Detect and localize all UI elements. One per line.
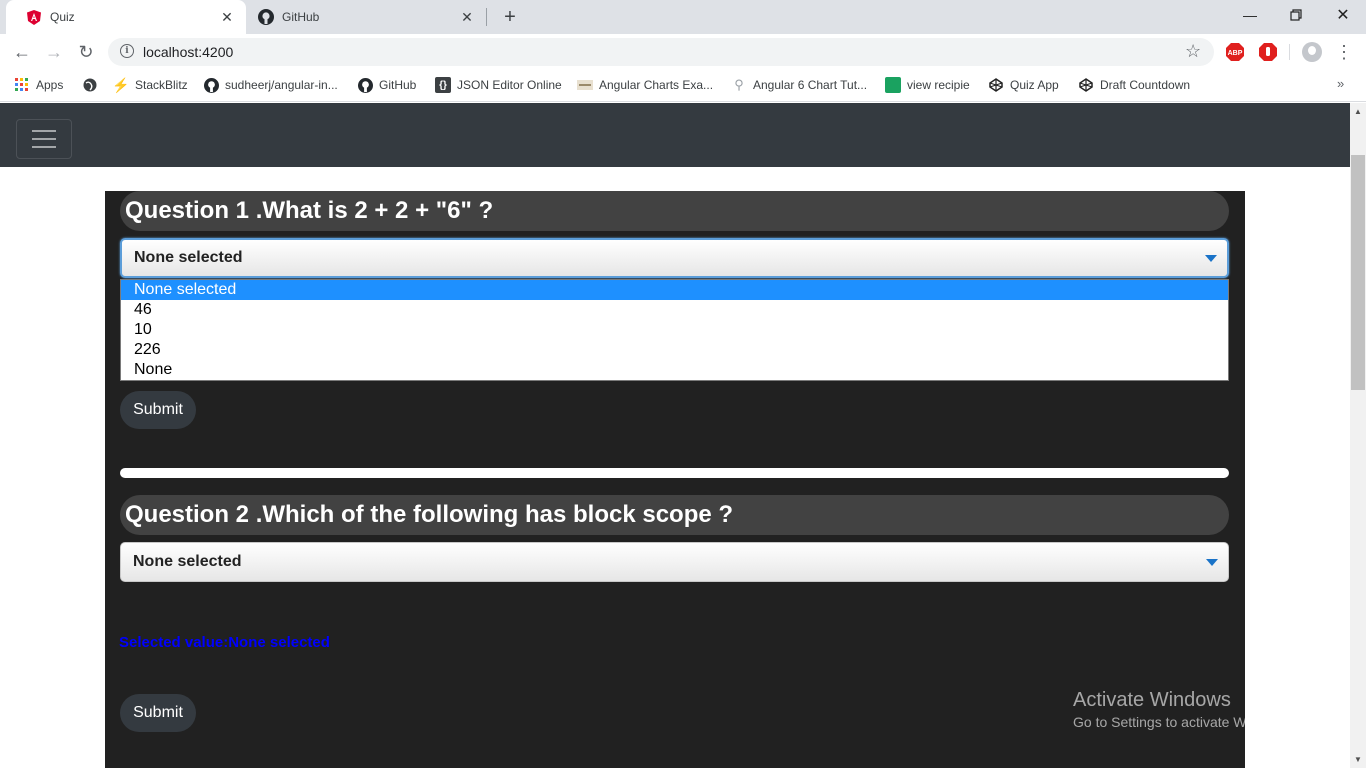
bookmark-label: StackBlitz (135, 78, 188, 92)
tab-quiz[interactable]: Quiz ✕ (6, 0, 246, 34)
bookmark-json-editor[interactable]: {} JSON Editor Online (435, 76, 562, 94)
codepen-icon (1078, 77, 1094, 93)
braces-icon: {} (435, 77, 451, 93)
bookmark-angular6-chart[interactable]: ⚲ Angular 6 Chart Tut... (731, 76, 867, 94)
bookmark-stackblitz[interactable]: ⚡ StackBlitz (112, 76, 188, 94)
close-window-icon[interactable]: ✕ (1320, 0, 1366, 30)
bookmark-draft-countdown[interactable]: Draft Countdown (1078, 76, 1190, 94)
close-tab-icon[interactable]: ✕ (458, 8, 476, 26)
question-1-title: Question 1 .What is 2 + 2 + "6" ? (120, 191, 1229, 231)
bookmark-label: GitHub (379, 78, 417, 92)
question-1-submit-button[interactable]: Submit (120, 391, 196, 429)
bookmark-apps[interactable]: Apps (14, 76, 63, 94)
link-icon: ⚲ (734, 77, 744, 92)
close-tab-icon[interactable]: ✕ (218, 8, 236, 26)
site-icon (885, 77, 901, 93)
stop-icon[interactable] (1258, 42, 1278, 62)
forward-icon[interactable]: → (42, 41, 66, 63)
lightning-icon: ⚡ (112, 76, 130, 93)
svg-text:ABP: ABP (1228, 50, 1243, 57)
bookmark-label: Apps (36, 78, 64, 92)
dropdown-option[interactable]: 10 (121, 320, 1228, 340)
globe-icon (82, 77, 98, 93)
select-value: None selected (133, 553, 242, 570)
bookmark-label: Draft Countdown (1100, 78, 1191, 92)
question-divider (120, 468, 1229, 478)
bookmark-quiz-app[interactable]: Quiz App (988, 76, 1059, 94)
github-icon (357, 77, 373, 93)
address-bar[interactable] (108, 38, 1214, 66)
caret-down-icon (1206, 559, 1218, 566)
bookmarks-overflow-icon[interactable]: » (1337, 76, 1344, 91)
bookmark-label: Quiz App (1010, 78, 1059, 92)
tab-separator (486, 8, 487, 26)
adblock-icon[interactable]: ABP (1225, 42, 1245, 62)
dropdown-option[interactable]: 226 (121, 340, 1228, 360)
activate-windows-subtitle: Go to Settings to activate Windows. (1073, 714, 1294, 730)
app-navbar (0, 103, 1350, 167)
bookmark-angular-charts[interactable]: Angular Charts Exa... (577, 76, 713, 94)
angular-icon (26, 9, 42, 25)
apps-grid-icon (14, 77, 30, 93)
bookmark-label: sudheerj/angular-in... (225, 78, 338, 92)
site-info-icon[interactable]: i (120, 44, 134, 58)
github-icon (258, 9, 274, 25)
question-2-title: Question 2 .Which of the following has b… (120, 495, 1229, 535)
tab-title: Quiz (50, 10, 75, 24)
question-2-submit-button[interactable]: Submit (120, 694, 196, 732)
bookmark-label: Angular 6 Chart Tut... (753, 78, 868, 92)
bookmark-github[interactable]: GitHub (357, 76, 416, 94)
bookmark-sudheerj[interactable]: sudheerj/angular-in... (203, 76, 338, 94)
bookmark-label: Angular Charts Exa... (599, 78, 714, 92)
caret-down-icon (1205, 255, 1217, 262)
toolbar-separator (1289, 44, 1290, 60)
back-icon[interactable]: ← (10, 41, 34, 63)
menu-kebab-icon[interactable]: ⋮ (1335, 42, 1353, 62)
codepen-icon (988, 77, 1004, 93)
activate-windows-title: Activate Windows (1073, 689, 1231, 711)
reload-icon[interactable]: ↻ (74, 41, 98, 63)
dropdown-option[interactable]: None selected (121, 280, 1228, 300)
restore-icon[interactable] (1273, 0, 1319, 30)
tab-github[interactable]: GitHub ✕ (246, 0, 486, 34)
scrollbar-thumb[interactable] (1351, 155, 1365, 390)
question-1-dropdown-list: None selected 46 10 226 None (120, 279, 1229, 381)
question-1-select[interactable]: None selected (120, 238, 1229, 278)
scroll-down-arrow-icon[interactable]: ▼ (1350, 751, 1366, 767)
dropdown-option[interactable]: 46 (121, 300, 1228, 320)
hamburger-menu-icon[interactable] (16, 119, 72, 159)
page-icon (577, 77, 593, 93)
selected-value-text: Selected value:None selected (119, 634, 330, 651)
bookmark-view-recipie[interactable]: view recipie (885, 76, 970, 94)
url-text[interactable]: localhost:4200 (143, 44, 233, 60)
dropdown-option[interactable]: None (121, 360, 1228, 380)
bookmark-star-icon[interactable]: ☆ (1185, 41, 1201, 62)
profile-icon[interactable] (1302, 42, 1322, 62)
tab-title: GitHub (282, 10, 320, 24)
question-2-select[interactable]: None selected (120, 542, 1229, 582)
bookmark-globe[interactable] (82, 76, 104, 94)
github-icon (203, 77, 219, 93)
select-value: None selected (134, 249, 243, 266)
scroll-up-arrow-icon[interactable]: ▲ (1350, 103, 1366, 119)
bookmark-label: JSON Editor Online (457, 78, 562, 92)
minimize-icon[interactable]: — (1227, 0, 1273, 30)
bookmark-label: view recipie (907, 78, 970, 92)
new-tab-icon[interactable]: + (498, 5, 522, 29)
